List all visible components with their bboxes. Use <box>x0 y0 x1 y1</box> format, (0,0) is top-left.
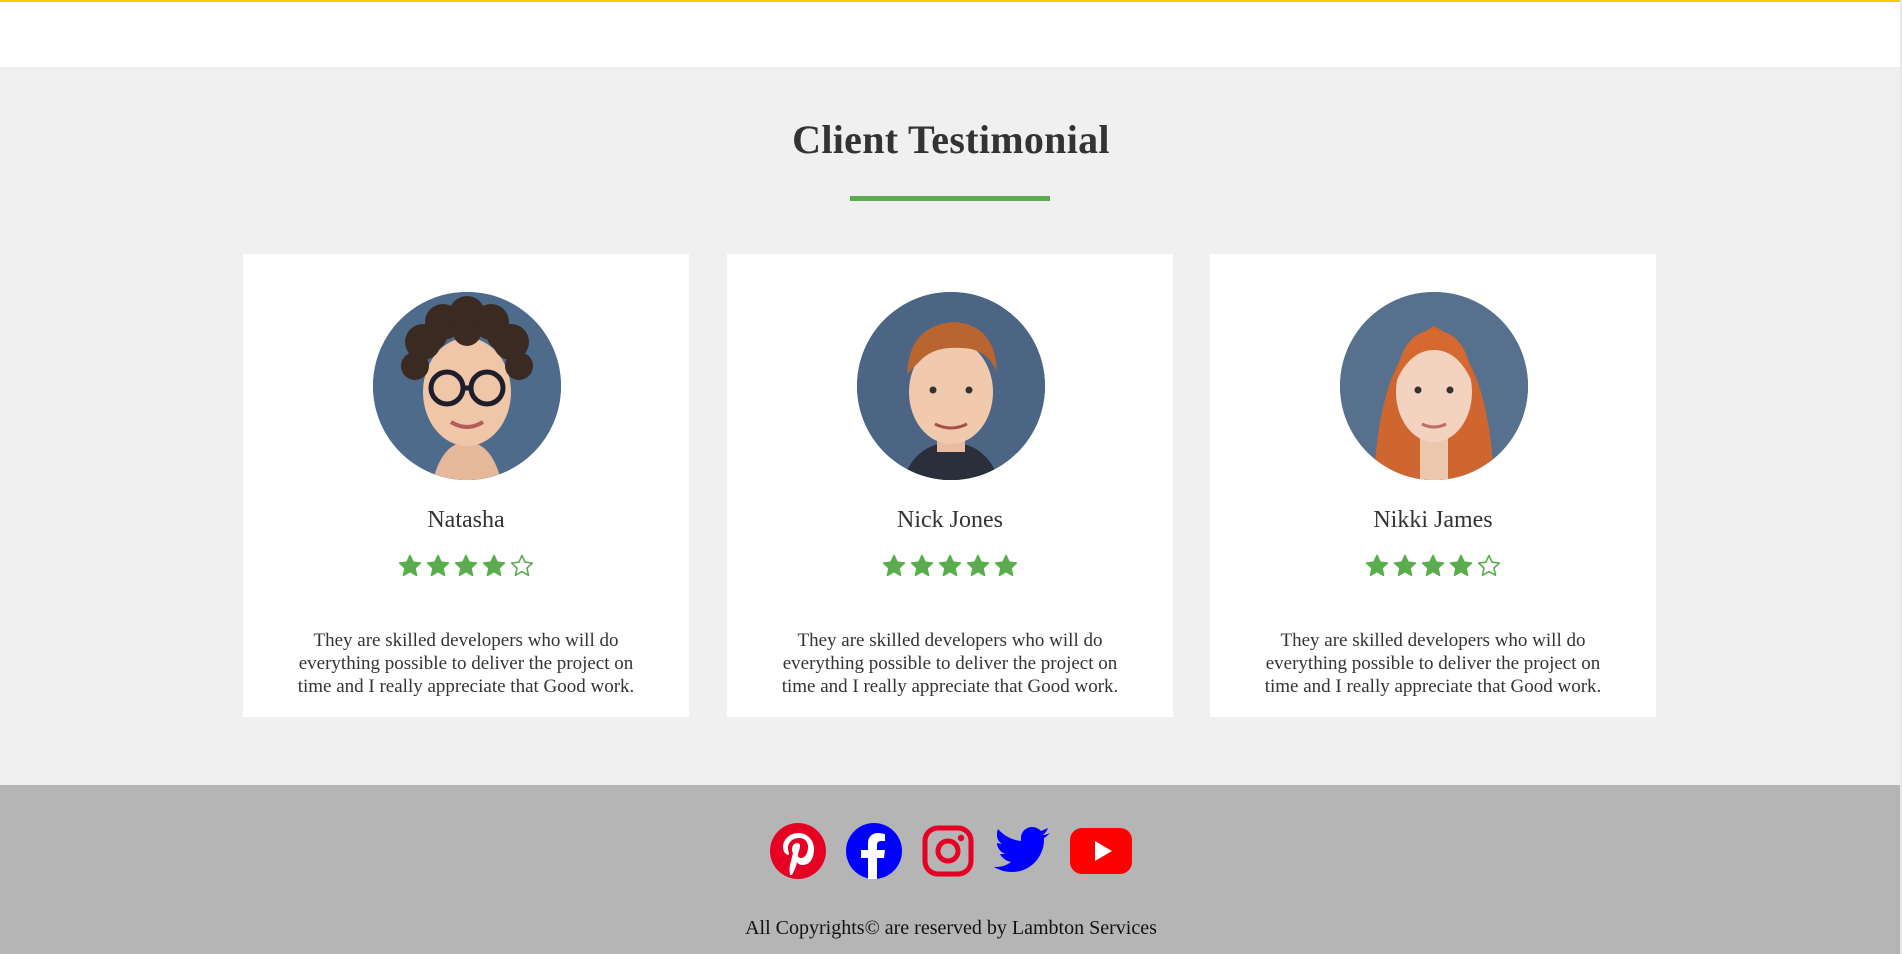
footer: All Copyrights© are reserved by Lambton … <box>0 785 1902 954</box>
testimonial-card: Nick Jones They are skilled developers w… <box>727 254 1173 717</box>
social-links <box>0 823 1902 883</box>
star-filled-icon <box>426 554 450 578</box>
star-filled-icon <box>938 554 962 578</box>
star-rating <box>727 554 1173 582</box>
testimonial-card: Natasha They are skilled developers who … <box>243 254 689 717</box>
facebook-icon[interactable] <box>846 823 902 884</box>
instagram-icon[interactable] <box>922 825 974 882</box>
star-filled-icon <box>1365 554 1389 578</box>
testimonial-text: They are skilled developers who will do … <box>297 630 635 697</box>
avatar <box>857 292 1045 480</box>
youtube-icon[interactable] <box>1070 828 1132 879</box>
header-area <box>0 3 1902 67</box>
avatar <box>373 292 561 480</box>
star-rating <box>1210 554 1656 582</box>
star-empty-icon <box>1477 554 1501 578</box>
testimonial-cards: Natasha They are skilled developers who … <box>243 254 1657 717</box>
twitter-icon[interactable] <box>994 827 1050 880</box>
testimonial-card: Nikki James They are skilled developers … <box>1210 254 1656 717</box>
star-filled-icon <box>1421 554 1445 578</box>
testimonial-text: They are skilled developers who will do … <box>1264 630 1602 697</box>
star-filled-icon <box>398 554 422 578</box>
star-filled-icon <box>910 554 934 578</box>
client-name: Nick Jones <box>897 507 1003 533</box>
star-filled-icon <box>966 554 990 578</box>
star-filled-icon <box>1393 554 1417 578</box>
client-name: Natasha <box>427 507 505 533</box>
star-filled-icon <box>454 554 478 578</box>
star-filled-icon <box>1449 554 1473 578</box>
testimonial-section: Client Testimonial Natasha They are skil… <box>0 67 1902 785</box>
section-title: Client Testimonial <box>792 117 1110 162</box>
star-empty-icon <box>510 554 534 578</box>
pinterest-icon[interactable] <box>770 823 826 884</box>
copyright-text: All Copyrights© are reserved by Lambton … <box>745 917 1157 939</box>
title-underline <box>850 196 1050 201</box>
star-rating <box>243 554 689 582</box>
testimonial-text: They are skilled developers who will do … <box>781 630 1119 697</box>
star-filled-icon <box>994 554 1018 578</box>
client-name: Nikki James <box>1373 507 1493 533</box>
star-filled-icon <box>482 554 506 578</box>
avatar <box>1340 292 1528 480</box>
star-filled-icon <box>882 554 906 578</box>
top-accent-bar <box>0 0 1902 2</box>
